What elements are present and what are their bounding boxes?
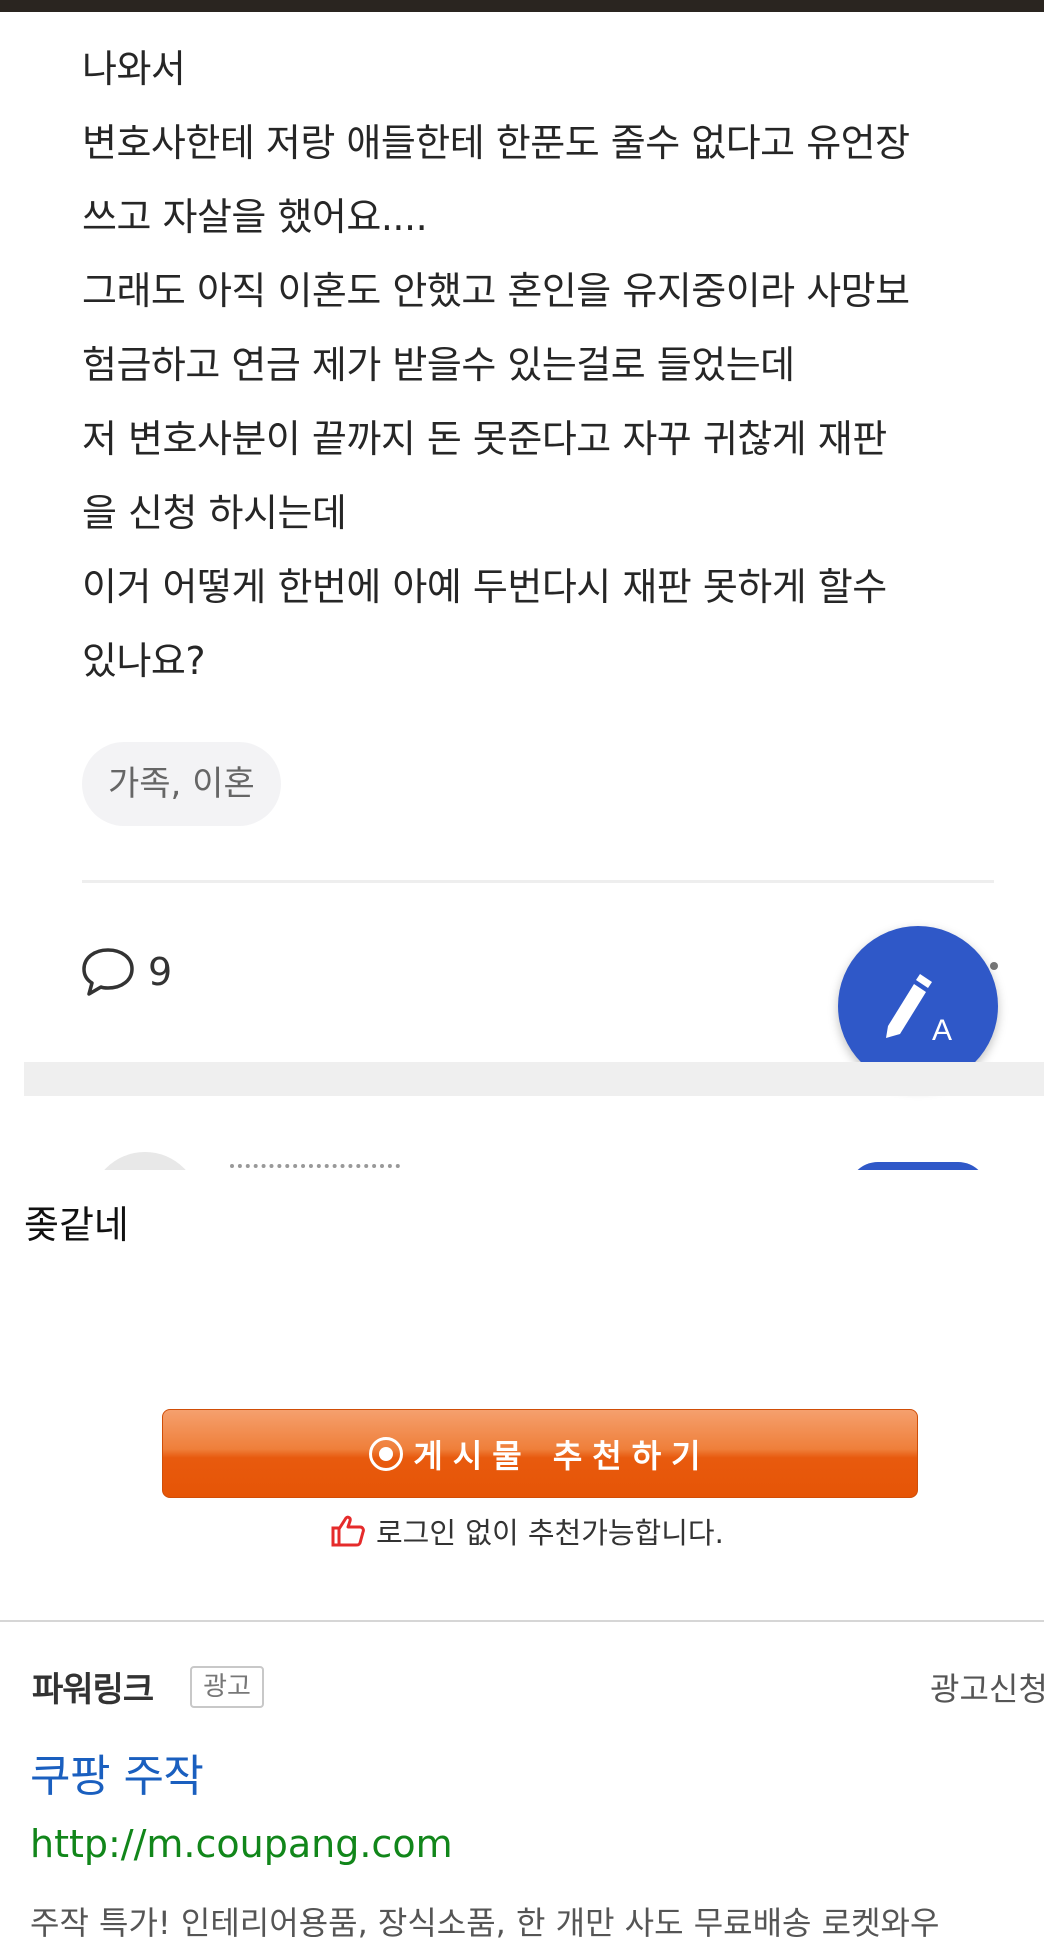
recommend-button-label: 게시물 추천하기 bbox=[413, 1436, 711, 1475]
comment-author-placeholder bbox=[230, 1164, 400, 1170]
post-line: 변호사한테 저랑 애들한테 한푼도 줄수 없다고 유언장 bbox=[82, 121, 910, 165]
post-line: 있나요? bbox=[82, 639, 206, 683]
post-caption: 좆같네 bbox=[24, 1203, 129, 1247]
comment-count[interactable]: 9 bbox=[80, 942, 172, 1002]
ad-badge: 광고 bbox=[190, 1666, 264, 1708]
target-circle-icon bbox=[369, 1436, 404, 1471]
post-line: 저 변호사분이 끝까지 돈 못준다고 자꾸 귀찮게 재판 bbox=[82, 417, 887, 461]
ad-url-link[interactable]: http://m.coupang.com bbox=[30, 1822, 453, 1866]
post-line: 그래도 아직 이혼도 안했고 혼인을 유지중이라 사망보 bbox=[82, 269, 910, 313]
section-separator bbox=[24, 1062, 1044, 1096]
powerlink-label: 파워링크 bbox=[32, 1670, 154, 1710]
speech-bubble-icon bbox=[82, 948, 134, 996]
divider bbox=[0, 1620, 1044, 1622]
post-line: 쓰고 자살을 했어요.... bbox=[82, 195, 428, 239]
comment-count-value: 9 bbox=[148, 950, 173, 994]
recommend-button[interactable]: 게시물 추천하기 bbox=[162, 1409, 918, 1498]
divider bbox=[82, 880, 994, 883]
post-line: 험금하고 연금 제가 받을수 있는걸로 들었는데 bbox=[82, 343, 795, 387]
svg-text:A: A bbox=[932, 1014, 952, 1046]
post-body: 나와서 변호사한테 저랑 애들한테 한푼도 줄수 없다고 유언장 쓰고 자살을 … bbox=[82, 32, 1012, 698]
ad-apply-link[interactable]: 광고신청 bbox=[930, 1664, 1044, 1710]
partial-button[interactable] bbox=[848, 1162, 988, 1170]
category-tag[interactable]: 가족, 이혼 bbox=[82, 742, 281, 826]
thumbs-up-icon bbox=[331, 1515, 365, 1547]
post-line: 나와서 bbox=[82, 47, 186, 91]
ad-title-link[interactable]: 쿠팡 주작 bbox=[30, 1740, 204, 1804]
recommend-note-text: 로그인 없이 추천가능합니다. bbox=[376, 1516, 724, 1550]
avatar bbox=[90, 1152, 200, 1170]
ad-description: 주작 특가! 인테리어용품, 장식소품, 한 개만 사도 무료배송 로켓와우 bbox=[30, 1904, 940, 1942]
recommend-note: 로그인 없이 추천가능합니다. bbox=[330, 1510, 724, 1552]
pencil-write-icon: A bbox=[886, 974, 952, 1046]
post-line: 이거 어떻게 한번에 아예 두번다시 재판 못하게 할수 bbox=[82, 565, 887, 609]
more-menu-icon[interactable] bbox=[990, 962, 998, 970]
embedded-screenshot: 나와서 변호사한테 저랑 애들한테 한푼도 줄수 없다고 유언장 쓰고 자살을 … bbox=[0, 12, 1044, 1170]
top-status-bar bbox=[0, 0, 1044, 12]
post-line: 을 신청 하시는데 bbox=[82, 491, 347, 535]
